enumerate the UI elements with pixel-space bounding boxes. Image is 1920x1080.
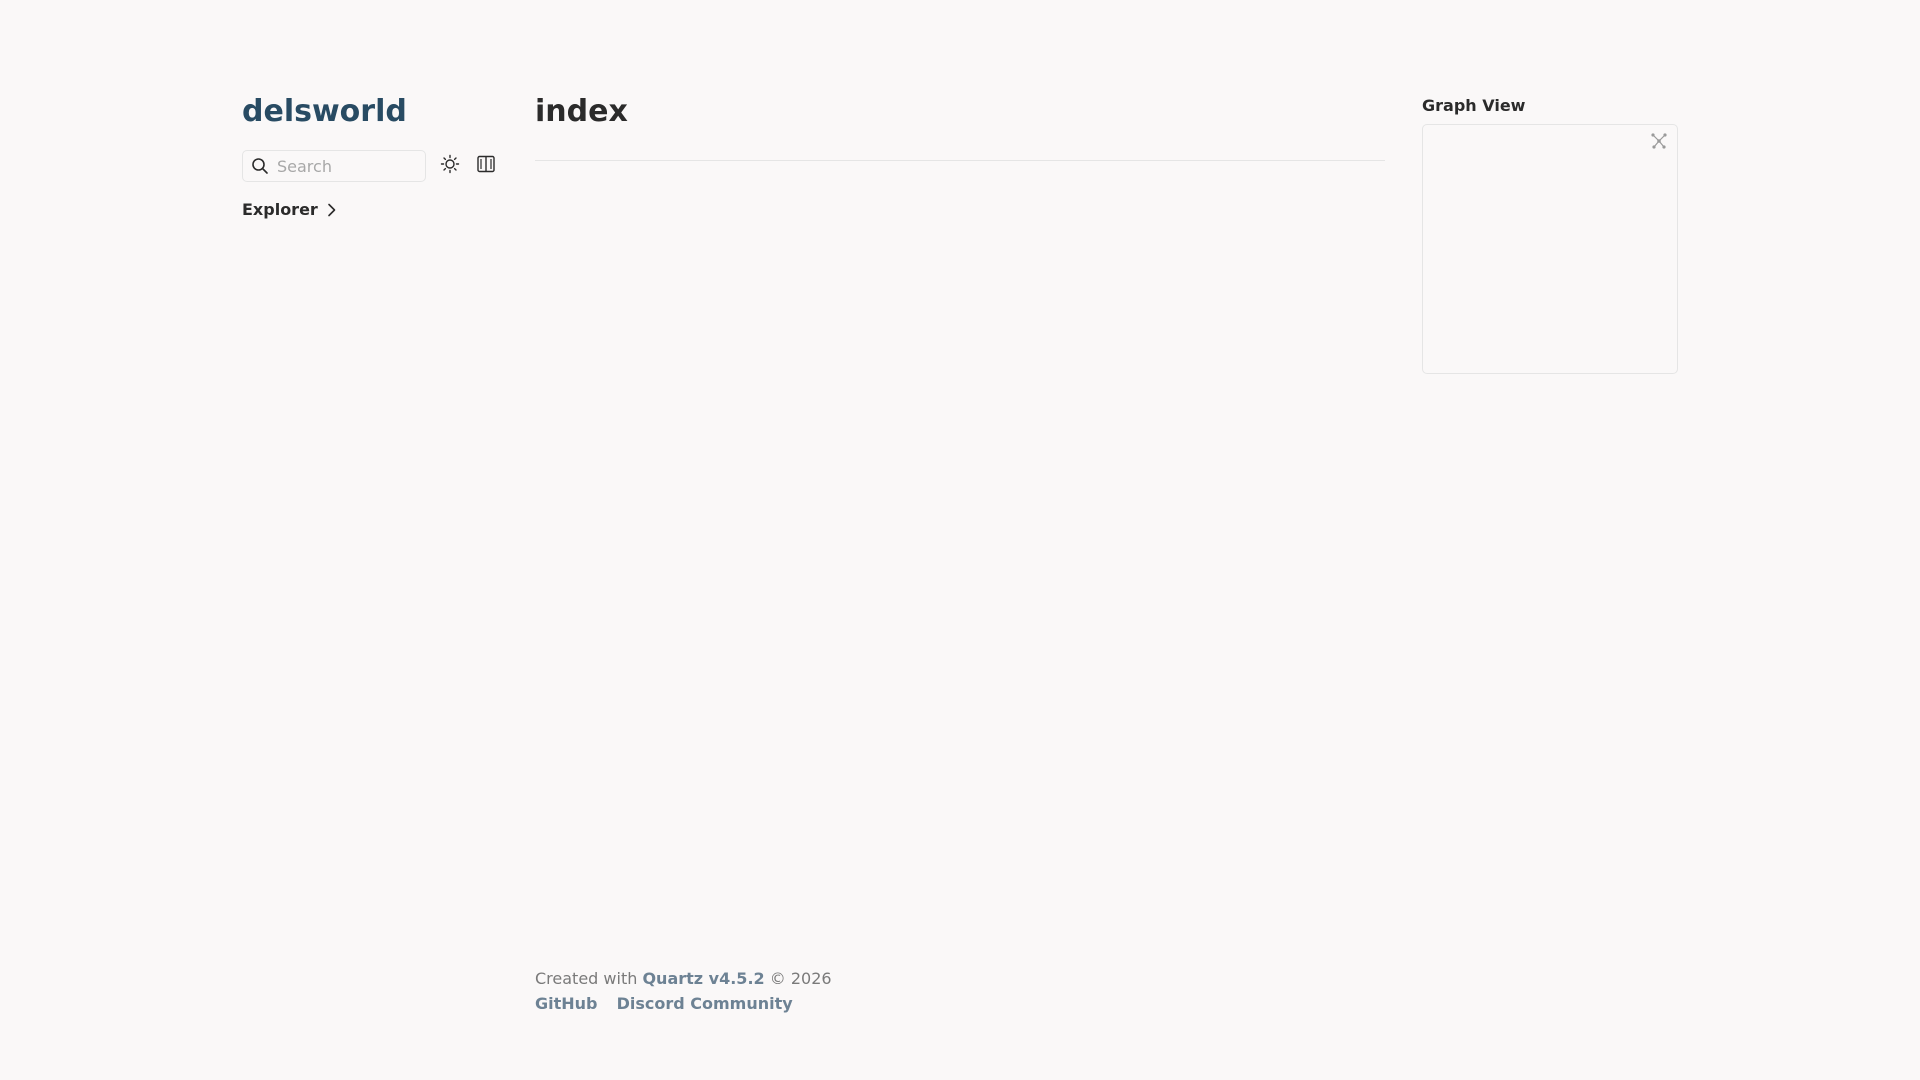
main-content: index [535,90,1385,161]
site-title[interactable]: delsworld [242,90,512,134]
github-link[interactable]: GitHub [535,994,598,1013]
toolbar: Search [242,150,512,182]
darkmode-toggle-button[interactable] [438,154,462,178]
footer-credit: Created with Quartz v4.5.2 © 2026 [535,966,832,991]
page-title: index [535,94,628,129]
right-sidebar: Graph View [1422,94,1678,374]
book-icon [476,154,496,178]
page: delsworld Search Explorer index Graph Vi… [0,0,1920,1080]
search-input[interactable]: Search [242,150,426,182]
left-sidebar: delsworld Search Explorer [242,90,512,219]
expand-icon [1650,132,1668,154]
footer-copyright: © 2026 [769,969,832,988]
footer: Created with Quartz v4.5.2 © 2026 GitHub… [535,966,832,1016]
search-icon [251,157,269,175]
search-placeholder: Search [277,156,332,176]
divider [535,160,1385,161]
reader-mode-button[interactable] [474,154,498,178]
footer-created-prefix: Created with [535,969,638,988]
sun-icon [440,154,460,178]
explorer-toggle[interactable]: Explorer [242,200,512,219]
graph-view-title: Graph View [1422,96,1526,115]
quartz-link[interactable]: Quartz v4.5.2 [642,969,764,988]
discord-link[interactable]: Discord Community [617,994,793,1013]
explorer-label: Explorer [242,200,318,219]
chevron-right-icon [326,203,338,217]
graph-expand-button[interactable] [1649,133,1669,153]
graph-view-canvas[interactable] [1422,124,1678,374]
footer-links: GitHub Discord Community [535,991,832,1016]
